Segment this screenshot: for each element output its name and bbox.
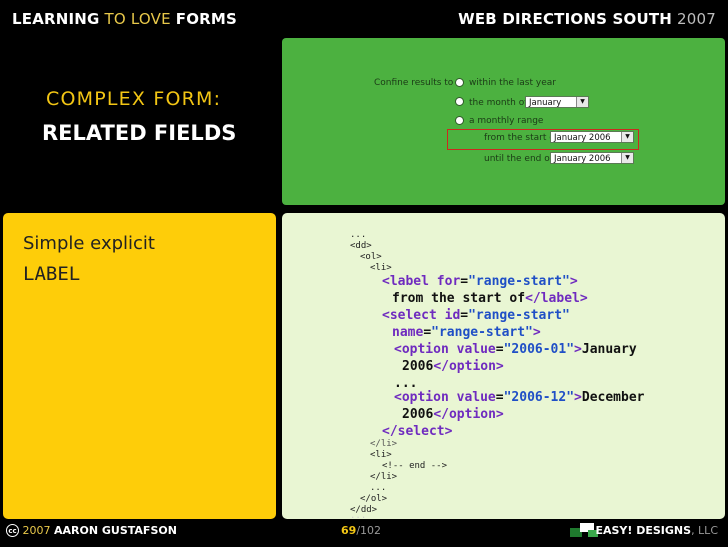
header-left-title: LEARNING TO LOVE FORMS: [12, 10, 238, 28]
slide-title-line1: COMPLEX FORM:: [46, 88, 222, 110]
code-line: ...: [350, 230, 367, 240]
code-line-select-close: </select>: [382, 424, 453, 439]
footer-company: EASY! DESIGNS, LLC: [595, 524, 718, 537]
code-line: <!-- end -->: [382, 461, 448, 471]
code-line-label-text: from the start of</label>: [392, 291, 588, 306]
chevron-down-icon: ▼: [576, 97, 588, 107]
radio-month[interactable]: [455, 97, 464, 106]
end-label: until the end of: [484, 154, 553, 164]
code-line-option-jan: <option value="2006-01">January: [394, 342, 637, 357]
end-select[interactable]: January 2006 ▼: [550, 152, 634, 164]
code-line: <ol>: [360, 252, 382, 262]
creative-commons-icon: cc: [6, 524, 19, 537]
code-line-option-dec: <option value="2006-12">December: [394, 390, 645, 405]
code-line: </li>: [370, 472, 398, 482]
code-line: </li>: [370, 439, 398, 449]
radio-last-year-label: within the last year: [469, 78, 556, 88]
explanation-panel: Simple explicit LABEL: [3, 213, 276, 519]
month-select[interactable]: January ▼: [525, 96, 589, 108]
confine-label: Confine results to: [374, 78, 454, 88]
code-line-label-open: <label for="range-start">: [382, 274, 578, 289]
code-listing: ... <dd> <ol> <li> <label for="range-sta…: [282, 213, 725, 519]
chevron-down-icon: ▼: [621, 132, 633, 142]
code-line-select-name: name="range-start">: [392, 325, 541, 340]
code-line: <li>: [370, 263, 392, 273]
slide-title-line2: RELATED FIELDS: [42, 121, 237, 145]
start-label: from the start of: [484, 133, 558, 143]
code-line-overflow: ...: [350, 511, 367, 521]
code-line: </ol>: [360, 494, 388, 504]
footer-credit: cc 2007 AARON GUSTAFSON: [6, 524, 177, 537]
code-line: <dd>: [350, 241, 372, 251]
page-counter: 69/102: [341, 524, 382, 537]
explanation-line2: LABEL: [23, 263, 81, 285]
code-line: <li>: [370, 450, 392, 460]
month-label: the month of: [469, 98, 528, 108]
chevron-down-icon: ▼: [621, 153, 633, 163]
monthly-range-label: a monthly range: [469, 116, 544, 126]
radio-last-year[interactable]: [455, 78, 464, 87]
form-screenshot-panel: Confine results to within the last year …: [282, 38, 725, 205]
radio-monthly-range[interactable]: [455, 116, 464, 125]
form-screenshot: Confine results to within the last year …: [374, 74, 654, 200]
start-select[interactable]: January 2006 ▼: [550, 131, 634, 143]
code-panel: ... <dd> <ol> <li> <label for="range-sta…: [282, 213, 725, 519]
header-right-title: WEB DIRECTIONS SOUTH 2007: [458, 10, 716, 28]
code-line-select-open: <select id="range-start": [382, 308, 570, 323]
explanation-line1: Simple explicit: [23, 233, 155, 254]
code-line-option-jan-close: 2006</option>: [402, 359, 504, 374]
code-line: ...: [370, 483, 387, 493]
code-line-ellipsis: ...: [394, 376, 418, 391]
code-line-option-dec-close: 2006</option>: [402, 407, 504, 422]
